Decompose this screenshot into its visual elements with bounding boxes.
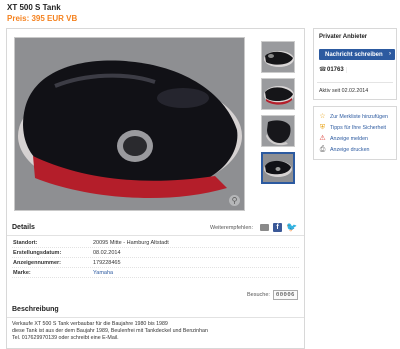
print-icon: ⎙ (319, 146, 326, 153)
action-label: Anzeige melden (330, 135, 368, 142)
details-header: Details Weiterempfehlen: f 🐦 (7, 222, 304, 236)
report-ad-link[interactable]: ⚠ Anzeige melden (314, 133, 396, 144)
description-line: Tel. 017629970139 oder schreibt eine E-M… (12, 335, 119, 341)
ad-title: XT 500 S Tank (7, 3, 61, 12)
zoom-icon[interactable]: ⚲ (229, 195, 240, 206)
detail-value: 179228465 (93, 260, 121, 266)
thumbnail-4[interactable] (261, 152, 295, 184)
sidebar: Privater Anbieter Nachricht schreiben › … (313, 28, 397, 160)
detail-row-brand: Marke: Yamaha (12, 268, 299, 278)
phone-icon: ☎ (319, 67, 327, 73)
main-image[interactable]: ⚲ (14, 37, 245, 211)
share-bar: Weiterempfehlen: f 🐦 (209, 223, 297, 232)
seller-box: Privater Anbieter Nachricht schreiben › … (313, 28, 397, 100)
detail-value: 08.02.2014 (93, 250, 121, 256)
share-label: Weiterempfehlen: (209, 224, 253, 231)
description-header: Beschreibung (7, 304, 304, 318)
email-share-icon[interactable] (260, 224, 269, 231)
details-table: Standort: 20095 Mitte - Hamburg Altstadt… (7, 238, 304, 278)
action-label: Anzeige drucken (330, 146, 370, 153)
ad-price: Preis: 395 EUR VB (7, 14, 78, 23)
safety-tips-link[interactable]: ⛨ Tipps für Ihre Sicherheit (314, 122, 396, 133)
phone-hidden-mask (345, 67, 384, 73)
description-title: Beschreibung (12, 306, 59, 313)
detail-row-created: Erstellungsdatum: 08.02.2014 (12, 248, 299, 258)
brand-link[interactable]: Yamaha (93, 270, 113, 276)
image-gallery: ⚲ (10, 32, 300, 212)
actions-box: ☆ Zur Merkliste hinzufügen ⛨ Tipps für I… (313, 106, 397, 160)
visit-counter: Besuche: 00006 (247, 290, 298, 300)
detail-key: Standort: (13, 240, 38, 246)
phone-number: 01763 (327, 67, 344, 73)
action-label: Zur Merkliste hinzufügen (330, 113, 388, 120)
detail-row-ad-number: Anzeigennummer: 179228465 (12, 258, 299, 268)
ad-main-panel: ⚲ Details Weiterempfehlen: f 🐦 Standort:… (6, 28, 305, 349)
facebook-share-icon[interactable]: f (273, 223, 282, 232)
description-line: Verkaufe XT 500 S Tank verbaubar für die… (12, 321, 168, 327)
shield-icon: ⛨ (319, 124, 326, 131)
detail-key: Erstellungsdatum: (13, 250, 62, 256)
phone-row[interactable]: ☎ 01763 (319, 67, 384, 73)
action-label: Tipps für Ihre Sicherheit (330, 124, 387, 131)
description-text: Verkaufe XT 500 S Tank verbaubar für die… (12, 321, 300, 342)
twitter-share-icon[interactable]: 🐦 (286, 223, 297, 232)
detail-value: 20095 Mitte - Hamburg Altstadt (93, 240, 169, 246)
detail-row-location: Standort: 20095 Mitte - Hamburg Altstadt (12, 238, 299, 248)
visits-count: 00006 (272, 290, 298, 300)
detail-key: Anzeigennummer: (13, 260, 61, 266)
print-ad-link[interactable]: ⎙ Anzeige drucken (314, 144, 396, 155)
star-icon: ☆ (319, 113, 326, 120)
warning-icon: ⚠ (319, 135, 326, 142)
active-since: Aktiv seit 02.02.2014 (319, 88, 369, 94)
chevron-right-icon: › (389, 51, 391, 57)
detail-key: Marke: (13, 270, 31, 276)
details-title: Details (12, 224, 35, 231)
write-message-label: Nachricht schreiben (325, 51, 383, 58)
description-line: diese Tank ist aus der dem Baujahr 1989,… (12, 328, 208, 334)
write-message-button[interactable]: Nachricht schreiben › (319, 49, 395, 60)
visits-label: Besuche: (247, 292, 270, 298)
thumbnail-1[interactable] (261, 41, 295, 73)
thumbnail-3[interactable] (261, 115, 295, 147)
divider (317, 82, 393, 83)
add-to-watchlist-link[interactable]: ☆ Zur Merkliste hinzufügen (314, 111, 396, 122)
seller-title: Privater Anbieter (319, 34, 368, 40)
thumbnail-2[interactable] (261, 78, 295, 110)
